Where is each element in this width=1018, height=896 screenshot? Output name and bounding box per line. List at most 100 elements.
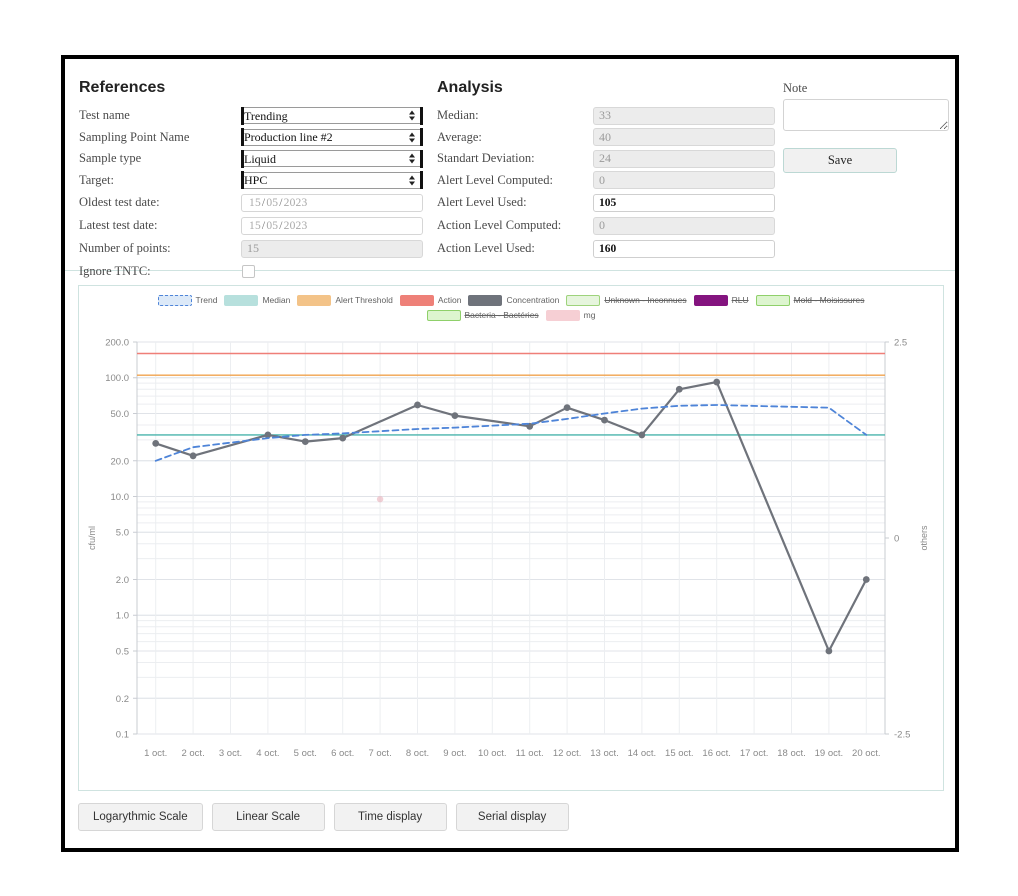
chart-plot-area: 200.0 100.0 50.0 20.0 10.0 5.0 2.0 1.0 0.5 0.2 0.1…	[79, 324, 945, 779]
legend-swatch-icon	[224, 295, 259, 306]
input-action-level-used[interactable]	[593, 239, 775, 258]
date-separator: /	[261, 219, 266, 232]
y-axis-tick-label: 50.0	[111, 409, 130, 420]
chart-svg: 200.0 100.0 50.0 20.0 10.0 5.0 2.0 1.0 0.5 0.2 0.1…	[87, 338, 929, 760]
legend-item-rlu[interactable]: RLU	[693, 294, 749, 307]
select-sample-type[interactable]: Liquid	[241, 150, 423, 168]
select-test-name[interactable]: Trending	[241, 107, 423, 125]
data-point-concentration	[601, 416, 608, 424]
label-alert-level-used: Alert Level Used:	[437, 195, 527, 209]
input-alert-level-computed	[593, 171, 775, 190]
legend-item-concentration[interactable]: Concentration	[468, 294, 559, 307]
chart-card: Trend Median Alert Threshold Action Concentr…	[78, 285, 944, 791]
x-axis-tick-label: 13 oct.	[590, 748, 619, 759]
select-sampling-point[interactable]: Production line #2	[241, 128, 423, 146]
time-display-button[interactable]: Time display	[333, 803, 447, 831]
legend-label: Median	[262, 295, 291, 305]
legend-swatch-icon	[297, 295, 332, 306]
legend-item-bacteria-bact-ries[interactable]: Bacteria - Bactéries	[426, 309, 539, 322]
legend-item-alert-threshold[interactable]: Alert Threshold	[297, 294, 393, 307]
select-sample-type-wrap[interactable]: Liquid	[241, 149, 423, 168]
x-axis-tick-label: 8 oct.	[406, 748, 429, 759]
y2-axis-tick-label: 2.5	[894, 338, 907, 349]
input-standard-deviation	[593, 149, 775, 168]
x-axis-tick-label: 1 oct.	[144, 748, 167, 759]
save-button[interactable]: Save	[783, 148, 897, 173]
x-axis-tick-label: 4 oct.	[256, 748, 279, 759]
input-alert-level-used[interactable]	[593, 193, 775, 212]
input-number-of-points	[241, 239, 423, 258]
label-oldest-test-date: Oldest test date:	[79, 195, 160, 209]
x-axis-tick-label: 2 oct.	[181, 748, 204, 759]
legend-item-median[interactable]: Median	[224, 294, 290, 307]
y-axis-title: cfu/ml	[87, 526, 97, 550]
legend-item-action[interactable]: Action	[399, 294, 461, 307]
x-axis-tick-label: 7 oct.	[368, 748, 391, 759]
y-axis-tick-label: 0.2	[116, 694, 129, 705]
logarithmic-scale-button[interactable]: Logarythmic Scale	[78, 803, 203, 831]
select-target-wrap[interactable]: HPC	[241, 171, 423, 190]
x-axis-tick-label: 17 oct.	[740, 748, 769, 759]
oldest-date-year: 2023	[283, 196, 308, 209]
data-point-concentration	[414, 401, 421, 409]
y-axis-tick-label: 10.0	[111, 492, 130, 503]
x-axis-tick-label: 15 oct.	[665, 748, 694, 759]
field-sample-type: Sample type Liquid	[79, 148, 439, 170]
legend-item-mg[interactable]: mg	[545, 309, 595, 322]
legend-item-trend[interactable]: Trend	[157, 294, 218, 307]
legend-label: Trend	[195, 295, 218, 305]
select-sampling-point-wrap[interactable]: Production line #2	[241, 128, 423, 147]
series-line-concentration	[154, 380, 868, 653]
label-action-level-computed: Action Level Computed:	[437, 218, 562, 232]
data-point-mg	[376, 495, 384, 503]
data-point-concentration	[152, 439, 160, 447]
label-sampling-point: Sampling Point Name	[79, 129, 190, 144]
note-textarea[interactable]	[783, 99, 949, 131]
note-label: Note	[783, 81, 808, 95]
y-axis-tick-label: 1.0	[116, 611, 129, 622]
select-target[interactable]: HPC	[241, 171, 423, 189]
x-axis-tick-label: 20 oct.	[852, 748, 881, 759]
linear-scale-button[interactable]: Linear Scale	[211, 803, 325, 831]
data-point-concentration	[675, 385, 683, 393]
x-axis-tick-label: 6 oct.	[331, 748, 354, 759]
x-axis-tick-label: 11 oct.	[516, 748, 544, 759]
label-test-name: Test name	[79, 108, 130, 123]
input-oldest-test-date[interactable]: 15 / 05 / 2023	[241, 193, 423, 212]
serial-display-button[interactable]: Serial display	[455, 803, 569, 831]
legend-label: RLU	[731, 295, 749, 305]
checkbox-ignore-tntc[interactable]	[242, 265, 255, 278]
select-test-name-wrap[interactable]: Trending	[241, 106, 423, 125]
date-separator: /	[279, 219, 283, 232]
label-action-level-used: Action Level Used:	[437, 241, 535, 255]
data-point-concentration	[563, 404, 571, 412]
legend-swatch-icon	[157, 295, 192, 306]
input-action-level-computed	[593, 216, 775, 235]
field-latest-test-date: Latest test date: 15 / 05 / 2023	[79, 214, 439, 237]
x-axis-tick-label: 19 oct.	[815, 748, 844, 759]
y2-axis-tick-label: -2.5	[894, 730, 910, 741]
field-alert-level-used: Alert Level Used:	[437, 191, 785, 214]
legend-item-mold-moisissures[interactable]: Mold - Moisissures	[755, 294, 865, 307]
input-latest-test-date[interactable]: 15 / 05 / 2023	[241, 216, 423, 235]
chart-legend: Trend Median Alert Threshold Action Concentr…	[79, 286, 943, 322]
legend-label: Mold - Moisissures	[793, 295, 865, 305]
x-axis-tick-label: 14 oct.	[628, 748, 657, 759]
oldest-date-month: 05	[266, 196, 279, 209]
label-average: Average:	[437, 129, 482, 144]
label-latest-test-date: Latest test date:	[79, 218, 158, 232]
note-panel: Note Save	[783, 81, 949, 173]
y-axis-tick-label: 200.0	[105, 338, 129, 349]
date-separator: /	[279, 196, 283, 209]
field-sampling-point: Sampling Point Name Production line #2	[79, 127, 439, 149]
y-axis-tick-label: 5.0	[116, 528, 129, 539]
form-area: References Test name Trending Sampling P…	[65, 59, 955, 278]
field-test-name: Test name Trending	[79, 105, 439, 127]
x-axis-tick-label: 3 oct.	[219, 748, 242, 759]
legend-label: Bacteria - Bactéries	[464, 310, 539, 320]
legend-swatch-icon	[426, 310, 461, 321]
legend-swatch-icon	[399, 295, 434, 306]
data-point-concentration	[301, 438, 309, 445]
legend-label: Alert Threshold	[335, 295, 393, 305]
legend-item-unknown-inconnues[interactable]: Unknown - Inconnues	[566, 294, 687, 307]
